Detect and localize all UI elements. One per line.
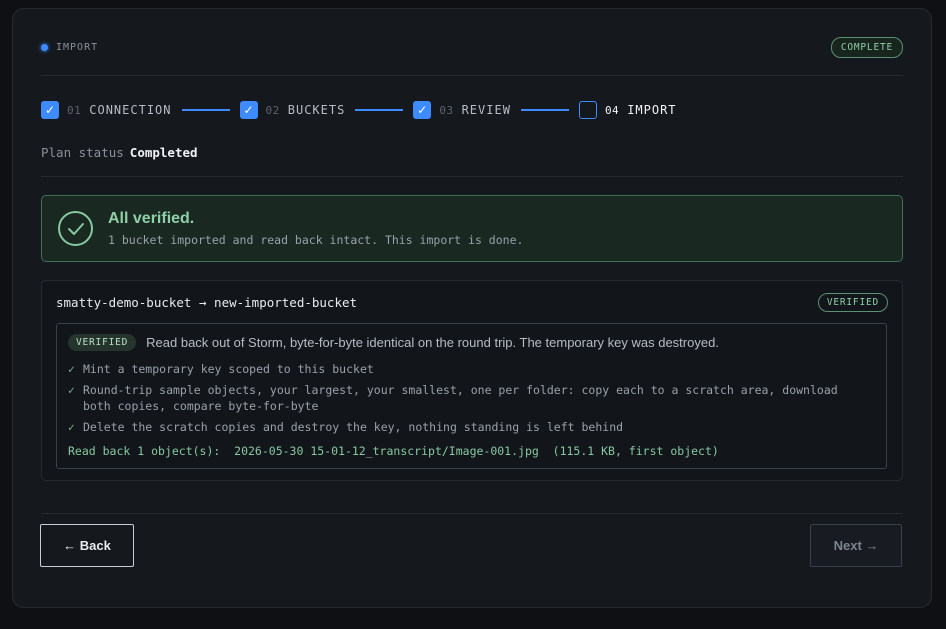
- checkbox-checked-icon: ✓: [41, 101, 59, 119]
- step-connection[interactable]: ✓ 01 CONNECTION: [41, 101, 172, 119]
- step-connector: [520, 109, 569, 111]
- step-number: 04: [604, 103, 620, 117]
- banner-text: All verified. 1 bucket imported and read…: [108, 210, 523, 247]
- step-text: Mint a temporary key scoped to this buck…: [83, 362, 374, 376]
- banner-title: All verified.: [108, 210, 195, 227]
- check-circle-icon: [58, 211, 93, 246]
- checkbox-checked-icon: ✓: [239, 101, 258, 119]
- divider: [41, 513, 903, 514]
- bucket-card: smatty-demo-bucket → new-imported-bucket…: [41, 280, 903, 481]
- check-icon: ✓: [68, 362, 75, 376]
- readback-result: Read back 1 object(s): 2026-05-30 15-01-…: [68, 444, 719, 458]
- plan-status-value: Completed: [129, 145, 198, 160]
- step-text: Delete the scratch copies and destroy th…: [83, 420, 624, 434]
- checkbox-checked-icon: ✓: [413, 101, 432, 119]
- check-icon: ✓: [68, 383, 75, 397]
- step-buckets[interactable]: ✓ 02 BUCKETS: [239, 101, 346, 119]
- divider: [41, 75, 903, 76]
- verified-pill: VERIFIED: [68, 334, 137, 351]
- list-item: ✓ Delete the scratch copies and destroy …: [68, 419, 868, 435]
- list-item: ✓ Round-trip sample objects, your larges…: [68, 382, 868, 414]
- plan-status-label: Plan status: [41, 145, 124, 160]
- step-text: Round-trip sample objects, your largest,…: [83, 383, 838, 413]
- step-import[interactable]: 04 IMPORT: [578, 101, 677, 119]
- plan-status: Plan status Completed: [41, 145, 903, 160]
- panel-title: IMPORT: [56, 41, 99, 53]
- back-button[interactable]: ← Back: [40, 524, 134, 567]
- verified-badge: VERIFIED: [817, 293, 888, 312]
- check-icon: ✓: [68, 420, 75, 434]
- step-label: IMPORT: [627, 103, 677, 117]
- list-item: ✓ Mint a temporary key scoped to this bu…: [68, 361, 868, 377]
- wizard-stepper: ✓ 01 CONNECTION ✓ 02 BUCKETS ✓ 03 REVIEW…: [41, 99, 903, 121]
- import-panel: IMPORT COMPLETE ✓ 01 CONNECTION ✓ 02 BUC…: [12, 8, 932, 608]
- step-number: 02: [265, 103, 280, 117]
- success-banner: All verified. 1 bucket imported and read…: [41, 195, 903, 262]
- verification-detail: VERIFIED Read back out of Storm, byte-fo…: [56, 323, 887, 469]
- next-button[interactable]: Next →: [810, 524, 902, 567]
- status-dot-icon: [41, 43, 48, 51]
- checkbox-empty-icon: [578, 101, 597, 119]
- step-number: 03: [439, 103, 454, 117]
- step-label: REVIEW: [461, 103, 511, 117]
- step-label: BUCKETS: [287, 103, 346, 117]
- header-left: IMPORT: [41, 42, 98, 53]
- verification-summary: Read back out of Storm, byte-for-byte id…: [146, 335, 719, 350]
- bucket-mapping-title: smatty-demo-bucket → new-imported-bucket: [56, 295, 358, 310]
- step-review[interactable]: ✓ 03 REVIEW: [413, 101, 511, 119]
- verification-steps: ✓ Mint a temporary key scoped to this bu…: [68, 361, 868, 440]
- banner-subtitle: 1 bucket imported and read back intact. …: [108, 233, 524, 247]
- divider: [41, 176, 903, 177]
- step-number: 01: [67, 103, 82, 117]
- step-connector: [181, 109, 230, 111]
- detail-header: VERIFIED Read back out of Storm, byte-fo…: [68, 334, 719, 351]
- step-connector: [355, 109, 404, 111]
- panel-header: IMPORT COMPLETE: [41, 35, 903, 59]
- step-label: CONNECTION: [89, 103, 172, 117]
- complete-badge: COMPLETE: [830, 36, 903, 58]
